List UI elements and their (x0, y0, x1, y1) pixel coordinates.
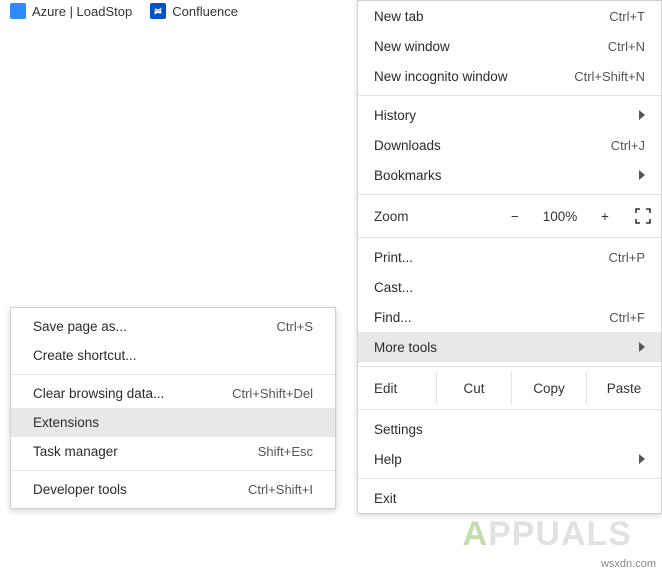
menu-label: New window (374, 39, 450, 54)
submenu-shortcut: Shift+Esc (258, 444, 313, 459)
more-tools-submenu: Save page as... Ctrl+S Create shortcut..… (10, 307, 336, 509)
menu-label: Downloads (374, 138, 441, 153)
source-site-label: wsxdn.com (601, 558, 656, 570)
submenu-item-task-manager[interactable]: Task manager Shift+Esc (11, 437, 335, 466)
menu-separator (358, 366, 661, 367)
menu-separator (358, 478, 661, 479)
menu-shortcut: Ctrl+Shift+N (574, 69, 645, 84)
menu-item-settings[interactable]: Settings (358, 414, 661, 444)
menu-item-help[interactable]: Help (358, 444, 661, 474)
menu-label: Settings (374, 422, 423, 437)
edit-paste-button[interactable]: Paste (586, 371, 661, 405)
zoom-in-button[interactable]: + (585, 209, 625, 224)
menu-separator (11, 374, 335, 375)
menu-separator (358, 95, 661, 96)
menu-separator (11, 470, 335, 471)
fullscreen-icon (635, 208, 651, 224)
confluence-favicon-icon (150, 3, 166, 19)
chevron-right-icon (639, 170, 645, 180)
chrome-main-menu: New tab Ctrl+T New window Ctrl+N New inc… (357, 0, 662, 514)
zoom-value: 100% (535, 209, 585, 224)
submenu-item-clear-browsing-data[interactable]: Clear browsing data... Ctrl+Shift+Del (11, 379, 335, 408)
menu-item-cast[interactable]: Cast... (358, 272, 661, 302)
menu-shortcut: Ctrl+F (609, 310, 645, 325)
watermark-a: A (463, 515, 489, 553)
menu-label: More tools (374, 340, 437, 355)
edit-copy-button[interactable]: Copy (511, 371, 586, 405)
submenu-item-developer-tools[interactable]: Developer tools Ctrl+Shift+I (11, 475, 335, 504)
azure-favicon-icon (10, 3, 26, 19)
submenu-label: Extensions (33, 415, 99, 430)
submenu-item-save-page[interactable]: Save page as... Ctrl+S (11, 312, 335, 341)
menu-item-find[interactable]: Find... Ctrl+F (358, 302, 661, 332)
menu-label: Cast... (374, 280, 413, 295)
chevron-right-icon (639, 342, 645, 352)
menu-separator (358, 194, 661, 195)
menu-shortcut: Ctrl+T (609, 9, 645, 24)
submenu-label: Save page as... (33, 319, 127, 334)
submenu-label: Clear browsing data... (33, 386, 164, 401)
zoom-out-button[interactable]: − (495, 209, 535, 224)
menu-shortcut: Ctrl+J (611, 138, 645, 153)
menu-label: Help (374, 452, 402, 467)
submenu-shortcut: Ctrl+S (277, 319, 313, 334)
submenu-label: Developer tools (33, 482, 127, 497)
menu-item-history[interactable]: History (358, 100, 661, 130)
edit-label: Edit (358, 371, 436, 405)
menu-item-new-tab[interactable]: New tab Ctrl+T (358, 1, 661, 31)
menu-label: History (374, 108, 416, 123)
bookmark-label: Azure | LoadStop (32, 4, 132, 19)
menu-item-downloads[interactable]: Downloads Ctrl+J (358, 130, 661, 160)
menu-label: New incognito window (374, 69, 508, 84)
menu-item-print[interactable]: Print... Ctrl+P (358, 242, 661, 272)
menu-item-more-tools[interactable]: More tools (358, 332, 661, 362)
menu-item-zoom: Zoom − 100% + (358, 199, 661, 233)
chevron-right-icon (639, 110, 645, 120)
watermark-rest: PPUALS (488, 515, 632, 553)
menu-shortcut: Ctrl+N (608, 39, 645, 54)
menu-item-edit: Edit Cut Copy Paste (358, 371, 661, 405)
edit-cut-button[interactable]: Cut (436, 371, 511, 405)
submenu-shortcut: Ctrl+Shift+Del (232, 386, 313, 401)
menu-shortcut: Ctrl+P (609, 250, 645, 265)
bookmark-azure-loadstop[interactable]: Azure | LoadStop (10, 3, 132, 19)
submenu-shortcut: Ctrl+Shift+I (248, 482, 313, 497)
menu-separator (358, 409, 661, 410)
submenu-item-extensions[interactable]: Extensions (11, 408, 335, 437)
submenu-label: Create shortcut... (33, 348, 137, 363)
menu-label: Print... (374, 250, 413, 265)
menu-item-exit[interactable]: Exit (358, 483, 661, 513)
bookmark-confluence[interactable]: Confluence (150, 3, 238, 19)
zoom-label: Zoom (358, 209, 495, 224)
fullscreen-button[interactable] (625, 208, 661, 224)
menu-item-bookmarks[interactable]: Bookmarks (358, 160, 661, 190)
menu-label: Exit (374, 491, 397, 506)
menu-item-new-window[interactable]: New window Ctrl+N (358, 31, 661, 61)
menu-label: Find... (374, 310, 412, 325)
menu-item-new-incognito[interactable]: New incognito window Ctrl+Shift+N (358, 61, 661, 91)
menu-label: New tab (374, 9, 424, 24)
bookmark-label: Confluence (172, 4, 238, 19)
menu-separator (358, 237, 661, 238)
submenu-label: Task manager (33, 444, 118, 459)
menu-label: Bookmarks (374, 168, 442, 183)
submenu-item-create-shortcut[interactable]: Create shortcut... (11, 341, 335, 370)
chevron-right-icon (639, 454, 645, 464)
watermark-logo: APPUALS (463, 515, 632, 554)
